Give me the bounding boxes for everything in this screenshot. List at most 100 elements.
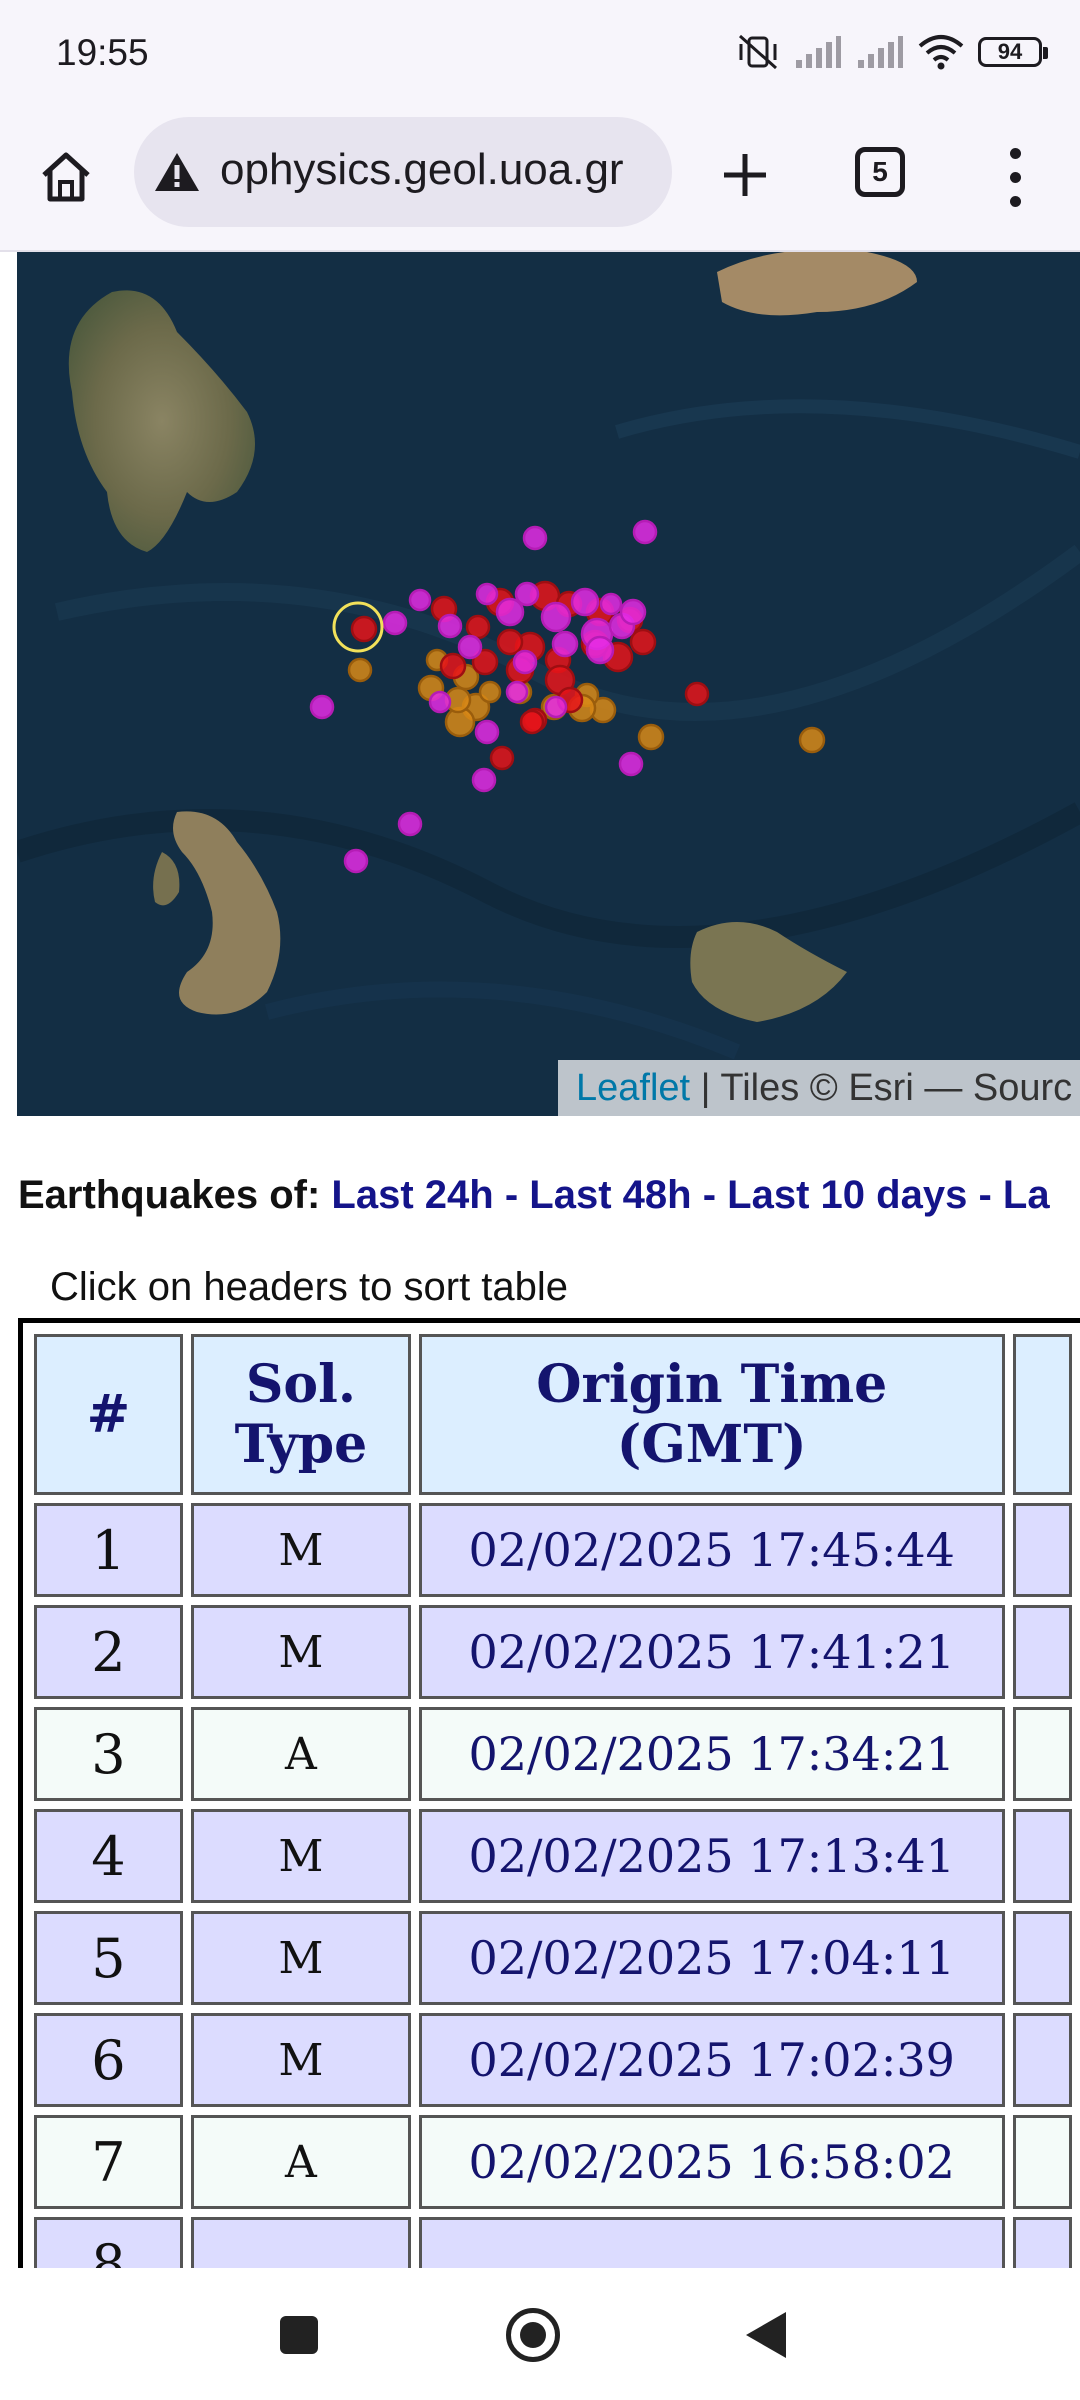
wifi-icon — [918, 35, 964, 70]
cell-origin-time: 02/02/2025 17:34:21 — [418, 1707, 1005, 1801]
cell-next-column — [1012, 1605, 1072, 1699]
table-row[interactable]: 5 M 02/02/2025 17:04:11 — [34, 1911, 1072, 2005]
earthquake-marker[interactable] — [437, 613, 463, 639]
more-menu-button[interactable] — [985, 141, 1045, 213]
url-text[interactable]: ophysics.geol.uoa.gr — [220, 145, 660, 195]
home-icon — [42, 152, 90, 202]
earthquake-marker[interactable] — [347, 657, 373, 683]
earthquake-marker[interactable] — [637, 723, 665, 751]
leaflet-link[interactable]: Leaflet — [576, 1067, 690, 1109]
earthquake-marker[interactable] — [465, 614, 491, 640]
earthquake-marker[interactable] — [408, 588, 432, 612]
cell-sol-type: M — [190, 2013, 411, 2107]
cell-next-column — [1012, 2115, 1072, 2209]
island-amorgos — [717, 252, 917, 316]
earthquake-marker[interactable] — [585, 635, 615, 665]
earthquake-marker[interactable] — [570, 587, 600, 617]
earthquake-marker[interactable] — [496, 628, 524, 656]
cell-number: 7 — [34, 2115, 183, 2209]
earthquake-marker[interactable] — [350, 615, 378, 643]
filter-link-truncated[interactable]: La — [1003, 1173, 1050, 1217]
earthquake-marker[interactable] — [478, 680, 502, 704]
home-button[interactable] — [32, 143, 100, 211]
filter-link-last-10-days[interactable]: Last 10 days — [727, 1173, 967, 1217]
new-tab-button[interactable] — [710, 140, 780, 210]
earthquake-marker[interactable] — [544, 695, 568, 719]
earthquake-marker[interactable] — [618, 751, 644, 777]
cell-next-column — [1012, 1911, 1072, 2005]
earthquake-marker[interactable] — [309, 694, 335, 720]
island-anafi — [690, 922, 847, 1022]
cell-origin-time: 02/02/2025 17:13:41 — [418, 1809, 1005, 1903]
earthquake-marker[interactable] — [382, 610, 408, 636]
filter-link-last-24h[interactable]: Last 24h — [331, 1173, 493, 1217]
header-sol-type-label: Type — [234, 1413, 368, 1475]
earthquake-marker[interactable] — [457, 634, 483, 660]
back-button[interactable] — [746, 2312, 786, 2358]
earthquake-markers — [309, 519, 826, 874]
earthquake-marker[interactable] — [471, 767, 497, 793]
earthquake-marker[interactable] — [619, 598, 647, 626]
tab-switcher-button[interactable]: 5 — [855, 147, 905, 197]
table-row[interactable]: 6 M 02/02/2025 17:02:39 — [34, 2013, 1072, 2107]
address-bar[interactable]: ophysics.geol.uoa.gr — [134, 117, 672, 227]
warning-icon[interactable] — [152, 150, 202, 194]
earthquake-marker[interactable] — [428, 690, 452, 714]
cell-number: 6 — [34, 2013, 183, 2107]
table-row[interactable]: 3 A 02/02/2025 17:34:21 — [34, 1707, 1072, 1801]
header-number[interactable]: # — [34, 1334, 183, 1495]
signal-icon — [796, 36, 841, 68]
cell-origin-time: 02/02/2025 17:41:21 — [418, 1605, 1005, 1699]
table-row[interactable]: 4 M 02/02/2025 17:13:41 — [34, 1809, 1072, 1903]
system-nav-bar — [0, 2268, 1080, 2400]
earthquake-marker[interactable] — [798, 726, 826, 754]
header-sol-type[interactable]: Sol. Type — [190, 1334, 411, 1495]
table-row[interactable]: 8 — [34, 2217, 1072, 2268]
earthquake-marker[interactable] — [495, 597, 525, 627]
earthquake-marker[interactable] — [522, 525, 548, 551]
earthquake-marker[interactable] — [599, 592, 623, 616]
filter-link-last-48h[interactable]: Last 48h — [529, 1173, 691, 1217]
earthquake-marker[interactable] — [629, 628, 657, 656]
attribution-text: | Tiles © Esri — Sourc — [690, 1067, 1073, 1109]
earthquake-marker[interactable] — [551, 630, 579, 658]
filter-separator: - — [504, 1173, 519, 1217]
table-row[interactable]: 7 A 02/02/2025 16:58:02 — [34, 2115, 1072, 2209]
earthquake-map[interactable]: Leaflet | Tiles © Esri — Sourc — [17, 252, 1080, 1116]
cell-origin-time: 02/02/2025 16:58:02 — [418, 2115, 1005, 2209]
status-icons: 94 — [736, 30, 1048, 74]
home-nav-button[interactable] — [506, 2308, 560, 2362]
cell-sol-type: A — [190, 2115, 411, 2209]
earthquake-marker[interactable] — [519, 709, 545, 735]
earthquake-marker[interactable] — [343, 848, 369, 874]
cell-sol-type — [190, 2217, 411, 2268]
cell-origin-time: 02/02/2025 17:04:11 — [418, 1911, 1005, 2005]
earthquake-marker[interactable] — [540, 601, 572, 633]
header-origin-time[interactable]: Origin Time (GMT) — [418, 1334, 1005, 1495]
cell-sol-type: M — [190, 1503, 411, 1597]
earthquake-marker[interactable] — [512, 649, 538, 675]
earthquake-marker[interactable] — [474, 719, 500, 745]
cell-number: 8 — [34, 2217, 183, 2268]
earthquake-marker[interactable] — [684, 681, 710, 707]
cell-number: 3 — [34, 1707, 183, 1801]
header-number-label: # — [86, 1383, 131, 1445]
earthquake-marker[interactable] — [397, 811, 423, 837]
earthquake-marker[interactable] — [489, 745, 515, 771]
earthquake-marker[interactable] — [505, 680, 529, 704]
recents-button[interactable] — [280, 2316, 318, 2354]
earthquake-marker[interactable] — [632, 519, 658, 545]
earthquake-marker[interactable] — [475, 582, 499, 606]
header-origin-time-label: Origin Time — [536, 1353, 888, 1415]
table-row[interactable]: 2 M 02/02/2025 17:41:21 — [34, 1605, 1072, 1699]
map-attribution: Leaflet | Tiles © Esri — Sourc — [558, 1060, 1080, 1116]
status-time: 19:55 — [56, 32, 149, 73]
map-tiles — [17, 252, 1080, 1060]
earthquake-marker[interactable] — [439, 652, 467, 680]
cell-next-column — [1012, 1809, 1072, 1903]
table-row[interactable]: 1 M 02/02/2025 17:45:44 — [34, 1503, 1072, 1597]
header-origin-time-label: (GMT) — [616, 1413, 807, 1475]
cell-sol-type: M — [190, 1605, 411, 1699]
header-next-column[interactable] — [1012, 1334, 1072, 1495]
menu-dot-icon — [1009, 171, 1021, 183]
